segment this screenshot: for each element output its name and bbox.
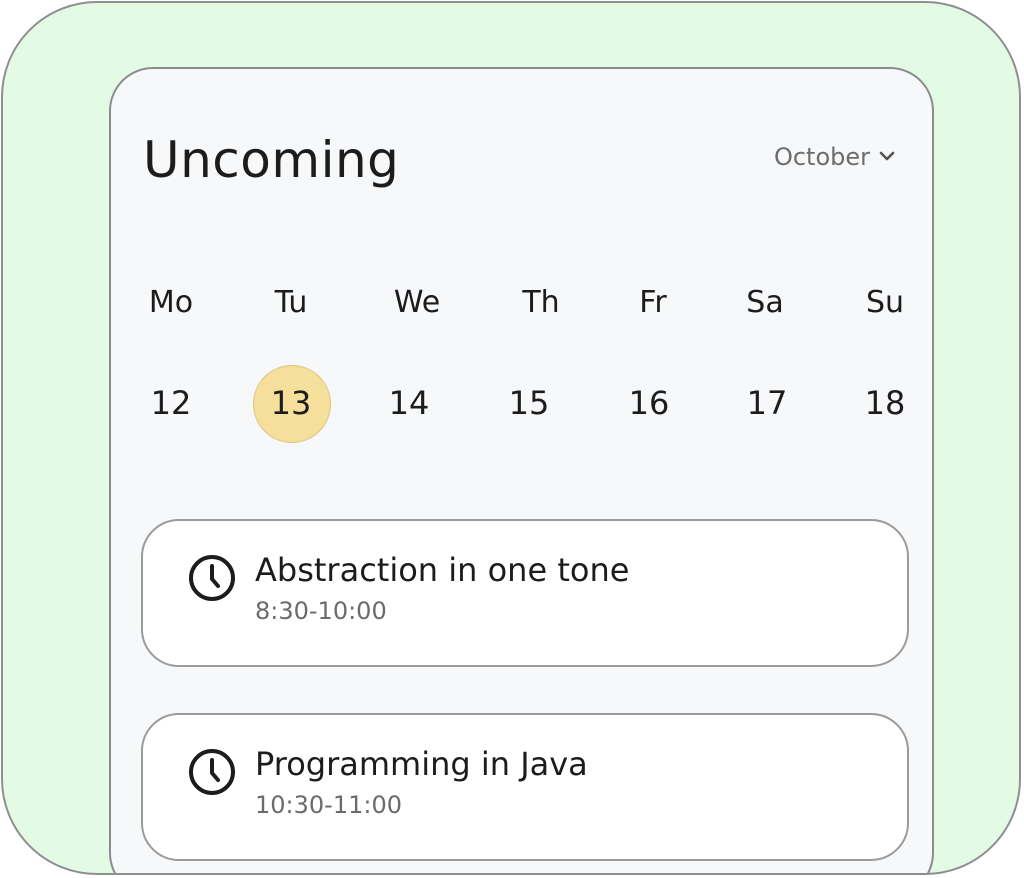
chevron-down-icon: [879, 151, 895, 161]
weekday-mo: Mo: [148, 285, 194, 320]
event-card[interactable]: Programming in Java 10:30-11:00: [141, 713, 909, 861]
date-16[interactable]: 16: [609, 363, 689, 443]
event-title: Programming in Java: [255, 745, 588, 783]
date-13-selected[interactable]: 13: [251, 363, 331, 443]
date-label: 13: [270, 384, 312, 422]
date-label: 17: [746, 384, 788, 422]
event-time: 10:30-11:00: [255, 791, 402, 819]
date-label: 12: [150, 384, 192, 422]
clock-icon: [189, 749, 235, 795]
date-12[interactable]: 12: [131, 363, 211, 443]
month-label: October: [773, 143, 870, 171]
app-frame: Uncoming October Mo Tu We Th Fr Sa Su 12…: [1, 1, 1021, 875]
event-card[interactable]: Abstraction in one tone 8:30-10:00: [141, 519, 909, 667]
date-label: 18: [864, 384, 906, 422]
weekday-fr: Fr: [639, 285, 667, 320]
clock-icon: [189, 555, 235, 601]
weekday-we: We: [393, 285, 441, 320]
date-17[interactable]: 17: [727, 363, 807, 443]
event-title: Abstraction in one tone: [255, 551, 630, 589]
date-14[interactable]: 14: [369, 363, 449, 443]
schedule-card: Uncoming October Mo Tu We Th Fr Sa Su 12…: [109, 67, 934, 873]
date-label: 16: [628, 384, 670, 422]
page-title: Uncoming: [143, 131, 400, 189]
date-18[interactable]: 18: [845, 363, 925, 443]
weekday-su: Su: [865, 285, 905, 320]
event-time: 8:30-10:00: [255, 597, 387, 625]
weekday-th: Th: [522, 285, 560, 320]
date-15[interactable]: 15: [489, 363, 569, 443]
weekday-sa: Sa: [746, 285, 784, 320]
weekday-tu: Tu: [274, 285, 308, 320]
date-label: 14: [388, 384, 430, 422]
month-selector[interactable]: October: [774, 143, 896, 171]
date-label: 15: [508, 384, 550, 422]
